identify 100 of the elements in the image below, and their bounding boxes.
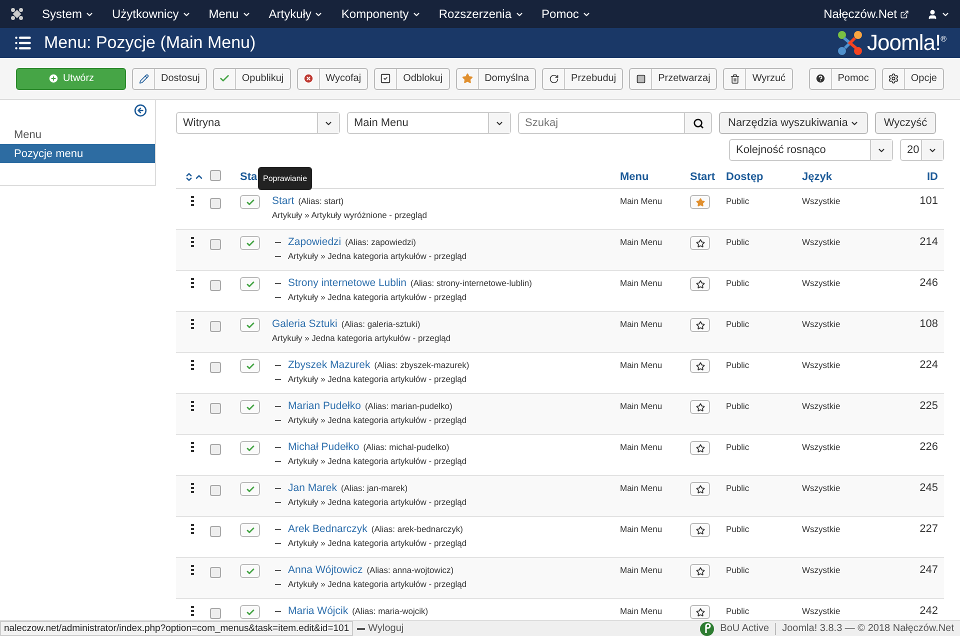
item-title-link[interactable]: Michał Pudełko xyxy=(288,441,360,453)
home-toggle[interactable] xyxy=(690,482,710,496)
drag-handle-icon[interactable] xyxy=(191,196,194,206)
item-title-link[interactable]: Galeria Sztuki xyxy=(272,318,338,330)
publish-toggle[interactable] xyxy=(240,482,260,496)
row-checkbox[interactable] xyxy=(210,321,221,332)
toolbar-button[interactable]: Wyrzuć xyxy=(723,68,793,90)
toolbar-button[interactable]: Wycofaj xyxy=(296,68,368,90)
row-checkbox[interactable] xyxy=(210,403,221,414)
indent-dash xyxy=(275,446,281,448)
nav-menu[interactable]: Pomoc xyxy=(542,7,591,21)
row-checkbox[interactable] xyxy=(210,526,221,537)
drag-handle-icon[interactable] xyxy=(191,442,194,452)
home-toggle[interactable] xyxy=(690,400,710,414)
publish-toggle[interactable] xyxy=(240,441,260,455)
search-field[interactable]: Szukaj xyxy=(518,112,684,134)
toolbar-button[interactable]: Dostosuj xyxy=(132,68,207,90)
home-toggle[interactable] xyxy=(690,605,710,619)
publish-toggle[interactable] xyxy=(240,318,260,332)
toolbar-button[interactable]: Pomoc xyxy=(808,68,876,90)
publish-toggle[interactable] xyxy=(240,400,260,414)
nav-menu[interactable]: Rozszerzenia xyxy=(438,7,524,21)
site-link[interactable]: Nałęczów.Net xyxy=(824,7,909,21)
item-title-link[interactable]: Anna Wójtowicz xyxy=(288,564,363,576)
column-header[interactable]: ID xyxy=(902,170,944,182)
search-tools-button[interactable]: Narzędzia wyszukiwania xyxy=(719,112,868,134)
drag-handle-icon[interactable] xyxy=(191,360,194,370)
publish-toggle[interactable] xyxy=(240,236,260,250)
row-checkbox[interactable] xyxy=(210,280,221,291)
drag-handle-icon[interactable] xyxy=(191,237,194,247)
home-toggle[interactable] xyxy=(690,523,710,537)
row-checkbox[interactable] xyxy=(210,198,221,209)
column-header[interactable]: Start xyxy=(690,170,726,182)
column-header[interactable]: Dostęp xyxy=(726,170,802,182)
nav-menu[interactable]: Użytkownicy xyxy=(112,7,191,21)
publish-toggle[interactable] xyxy=(240,195,260,209)
language-cell-text: Wszystkie xyxy=(802,195,842,206)
drag-handle-icon[interactable] xyxy=(191,565,194,575)
select-all-checkbox[interactable] xyxy=(210,170,221,180)
home-toggle[interactable] xyxy=(690,564,710,578)
home-toggle[interactable] xyxy=(690,195,710,209)
item-title-link[interactable]: Start xyxy=(272,195,294,207)
column-header[interactable]: Menu xyxy=(620,170,690,182)
row-checkbox[interactable] xyxy=(210,362,221,373)
home-toggle[interactable] xyxy=(690,236,710,250)
star-icon xyxy=(696,526,704,534)
item-title-link[interactable]: Maria Wójcik xyxy=(288,605,348,617)
column-header[interactable]: Język xyxy=(802,170,902,182)
toolbar-button[interactable]: Domyślna xyxy=(456,68,536,90)
drag-handle-icon[interactable] xyxy=(191,606,194,616)
toolbar-button[interactable]: Opublikuj xyxy=(212,68,291,90)
item-title-link[interactable]: Marian Pudełko xyxy=(288,400,361,412)
user-menu[interactable] xyxy=(927,8,950,20)
row-checkbox[interactable] xyxy=(210,567,221,578)
row-checkbox[interactable] xyxy=(210,608,221,619)
publish-toggle[interactable] xyxy=(240,277,260,291)
item-title-link[interactable]: Zbyszek Mazurek xyxy=(288,359,370,371)
clear-button[interactable]: Wyczyść xyxy=(874,112,936,134)
ordering-select[interactable]: Kolejność rosnąco xyxy=(729,139,893,161)
drag-handle-icon[interactable] xyxy=(191,278,194,288)
site-select[interactable]: Witryna xyxy=(176,112,340,134)
nav-menu[interactable]: Artykuły xyxy=(268,7,324,21)
row-checkbox[interactable] xyxy=(210,485,221,496)
drag-handle-icon[interactable] xyxy=(191,401,194,411)
publish-toggle[interactable] xyxy=(240,359,260,373)
joomla-logo-icon[interactable] xyxy=(10,7,24,21)
item-title-link[interactable]: Arek Bednarczyk xyxy=(288,523,368,535)
drag-handle-icon[interactable] xyxy=(191,319,194,329)
nav-menu[interactable]: Menu xyxy=(208,7,251,21)
item-title-link[interactable]: Strony internetowe Lublin xyxy=(288,277,406,289)
limit-select[interactable]: 20 xyxy=(900,139,944,161)
toolbar-button[interactable]: Odblokuj xyxy=(374,68,450,90)
publish-toggle[interactable] xyxy=(240,523,260,537)
sidebar-item[interactable]: Pozycje menu xyxy=(0,144,155,163)
row-checkbox[interactable] xyxy=(210,239,221,250)
nav-menu[interactable]: Komponenty xyxy=(341,7,421,21)
nav-menu[interactable]: System xyxy=(42,7,94,21)
toolbar-button[interactable]: Opcje xyxy=(882,68,944,90)
home-toggle[interactable] xyxy=(690,277,710,291)
home-toggle[interactable] xyxy=(690,318,710,332)
toolbar-button[interactable]: Przebuduj xyxy=(542,68,624,90)
toolbar-button[interactable]: Przetwarzaj xyxy=(629,68,718,90)
drag-handle-icon[interactable] xyxy=(191,483,194,493)
publish-toggle[interactable] xyxy=(240,605,260,619)
item-title-link[interactable]: Jan Marek xyxy=(288,482,338,494)
menu-select[interactable]: Main Menu xyxy=(347,112,511,134)
row-checkbox[interactable] xyxy=(210,444,221,455)
home-toggle[interactable] xyxy=(690,359,710,373)
home-toggle[interactable] xyxy=(690,441,710,455)
language-cell-text: Wszystkie xyxy=(802,605,842,616)
drag-handle-icon[interactable] xyxy=(191,524,194,534)
sidebar-item[interactable]: Menu xyxy=(0,125,155,144)
collapse-icon[interactable] xyxy=(134,104,147,117)
language-cell-text: Wszystkie xyxy=(802,441,842,452)
sort-icon[interactable] xyxy=(184,172,194,182)
access-cell-text: Public xyxy=(726,523,750,534)
search-button[interactable] xyxy=(684,112,712,134)
item-title-link[interactable]: Zapowiedzi xyxy=(288,236,342,248)
publish-toggle[interactable] xyxy=(240,564,260,578)
logout-link[interactable]: Wyloguj xyxy=(357,623,404,634)
